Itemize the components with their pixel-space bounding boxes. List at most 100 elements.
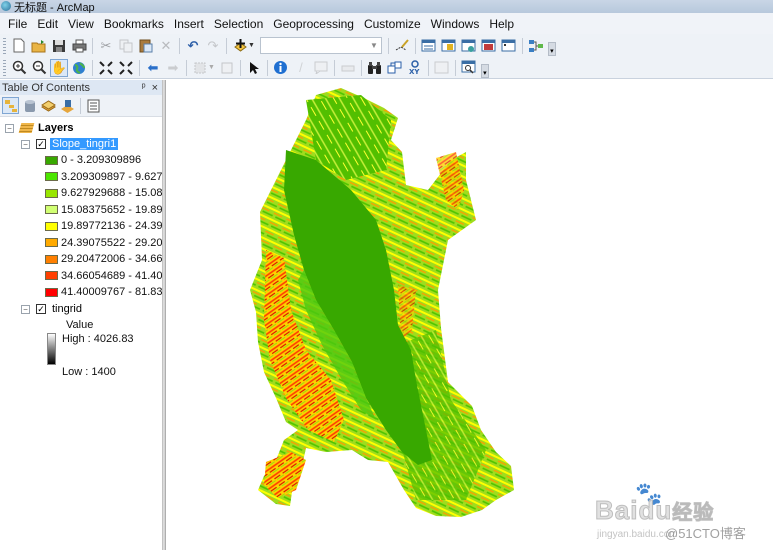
arctoolbox-button[interactable] — [480, 37, 498, 55]
select-elements-button[interactable] — [245, 59, 263, 77]
layer-visibility-checkbox[interactable]: ✓ — [36, 139, 46, 149]
legend-class-row[interactable]: 3.209309897 - 9.627 — [45, 170, 163, 184]
chevron-down-icon[interactable]: ▼ — [370, 41, 378, 50]
legend-class-row[interactable]: 15.08375652 - 19.89 — [45, 203, 163, 217]
layer-row-tingrid[interactable]: − ✓ tingrid — [21, 302, 84, 316]
toolbar-separator — [80, 97, 81, 114]
legend-class-row[interactable]: 0 - 3.209309896 — [45, 153, 141, 167]
go-back-button[interactable]: ⬅ — [144, 59, 162, 77]
legend-color-swatch[interactable] — [45, 221, 58, 231]
legend-class-row[interactable]: 19.89772136 - 24.39 — [45, 219, 163, 233]
legend-color-swatch[interactable] — [45, 188, 58, 198]
model-builder-button[interactable] — [527, 37, 545, 55]
hyperlink-button[interactable]: / — [292, 59, 310, 77]
map-display[interactable] — [166, 80, 773, 550]
time-slider-button[interactable] — [433, 59, 451, 77]
copy-button[interactable] — [117, 37, 135, 55]
select-features-button[interactable] — [191, 59, 209, 77]
list-by-source-button[interactable] — [21, 97, 38, 114]
catalog-button[interactable] — [440, 37, 458, 55]
python-window-button[interactable] — [500, 37, 518, 55]
legend-color-swatch[interactable] — [45, 238, 58, 247]
toolbar-overflow-button[interactable]: ▾ — [480, 63, 489, 78]
create-viewer-window-button[interactable] — [460, 59, 478, 77]
list-by-drawing-order-button[interactable] — [2, 97, 19, 114]
fixed-zoom-in-button[interactable] — [97, 59, 115, 77]
save-button[interactable] — [50, 37, 68, 55]
menu-geoprocessing[interactable]: Geoprocessing — [268, 14, 359, 34]
legend-class-row[interactable]: 41.40009767 - 81.83 — [45, 285, 163, 299]
measure-button[interactable] — [339, 59, 357, 77]
collapse-icon[interactable]: − — [5, 123, 14, 133]
legend-class-row[interactable]: 29.20472006 - 34.66 — [45, 252, 163, 266]
menu-selection[interactable]: Selection — [209, 14, 268, 34]
list-by-visibility-button[interactable] — [40, 97, 57, 114]
list-by-selection-button[interactable] — [59, 97, 76, 114]
legend-color-swatch[interactable] — [45, 155, 58, 165]
menu-customize[interactable]: Customize — [359, 14, 426, 34]
table-of-contents-button[interactable] — [420, 37, 438, 55]
fixed-zoom-out-button[interactable] — [117, 59, 135, 77]
open-button[interactable] — [30, 37, 48, 55]
layer-name[interactable]: tingrid — [50, 303, 84, 315]
menu-insert[interactable]: Insert — [169, 14, 209, 34]
find-button[interactable] — [366, 59, 384, 77]
clear-selection-button[interactable] — [218, 59, 236, 77]
print-button[interactable] — [70, 37, 88, 55]
select-features-dropdown-icon[interactable]: ▼ — [208, 64, 215, 71]
close-icon[interactable]: × — [152, 82, 158, 94]
toolbar-overflow-button[interactable]: ▾ — [547, 41, 556, 56]
toc-header: Table Of Contents ᵖ × — [0, 80, 162, 95]
collapse-icon[interactable]: − — [21, 139, 30, 149]
zoom-in-button[interactable] — [10, 59, 28, 77]
menu-bookmarks[interactable]: Bookmarks — [99, 14, 169, 34]
legend-class-row[interactable]: 24.39075522 - 29.20 — [45, 236, 163, 250]
undo-button[interactable]: ↶ — [184, 37, 202, 55]
map-scale-combobox[interactable]: ▼ — [259, 37, 382, 54]
collapse-icon[interactable]: − — [21, 304, 30, 314]
layer-name[interactable]: Slope_tingri1 — [50, 138, 119, 150]
menu-help[interactable]: Help — [484, 14, 519, 34]
legend-class-row[interactable]: 9.627929688 - 15.08 — [45, 186, 163, 200]
redo-button[interactable]: ↷ — [204, 37, 222, 55]
identify-button[interactable] — [272, 59, 290, 77]
delete-button[interactable]: ✕ — [157, 37, 175, 55]
pin-icon[interactable]: ᵖ — [142, 82, 146, 93]
legend-color-swatch[interactable] — [45, 287, 58, 297]
toolbar-separator — [92, 59, 93, 76]
layer-row-slope[interactable]: − ✓ Slope_tingri1 — [21, 137, 119, 151]
find-route-button[interactable] — [386, 59, 404, 77]
menu-windows[interactable]: Windows — [426, 14, 485, 34]
toolbar-grip[interactable] — [3, 59, 6, 76]
add-data-button[interactable] — [231, 37, 249, 55]
layer-visibility-checkbox[interactable]: ✓ — [36, 304, 46, 314]
menu-file[interactable]: File — [3, 14, 32, 34]
legend-color-swatch[interactable] — [45, 254, 58, 264]
legend-color-swatch[interactable] — [45, 172, 58, 181]
legend-color-swatch[interactable] — [45, 271, 58, 280]
legend-class-row[interactable]: 34.66054689 - 41.40 — [45, 269, 163, 283]
legend-class-label: 9.627929688 - 15.08 — [61, 187, 163, 199]
go-forward-button[interactable]: ➡ — [164, 59, 182, 77]
toolbar-separator — [186, 59, 187, 76]
legend-color-swatch[interactable] — [45, 205, 58, 214]
add-data-dropdown-icon[interactable]: ▼ — [248, 42, 255, 49]
options-list-icon — [87, 99, 100, 112]
toolbar-grip[interactable] — [3, 37, 6, 54]
paste-button[interactable] — [137, 37, 155, 55]
search-window-button[interactable] — [460, 37, 478, 55]
editor-toolbar-button[interactable] — [393, 37, 411, 55]
layers-root-row[interactable]: − Layers — [5, 121, 73, 135]
legend-title: Value — [66, 319, 94, 331]
full-extent-button[interactable] — [70, 59, 88, 77]
html-popup-button[interactable] — [312, 59, 330, 77]
zoom-out-button[interactable] — [30, 59, 48, 77]
cut-button[interactable]: ✂ — [97, 37, 115, 55]
pan-button[interactable]: ✋ — [50, 58, 68, 77]
menu-edit[interactable]: Edit — [32, 14, 63, 34]
layers-icon — [18, 123, 35, 133]
menu-view[interactable]: View — [63, 14, 99, 34]
new-document-button[interactable] — [10, 37, 28, 55]
go-to-xy-button[interactable]: XY — [406, 59, 424, 77]
toc-options-button[interactable] — [85, 97, 102, 114]
